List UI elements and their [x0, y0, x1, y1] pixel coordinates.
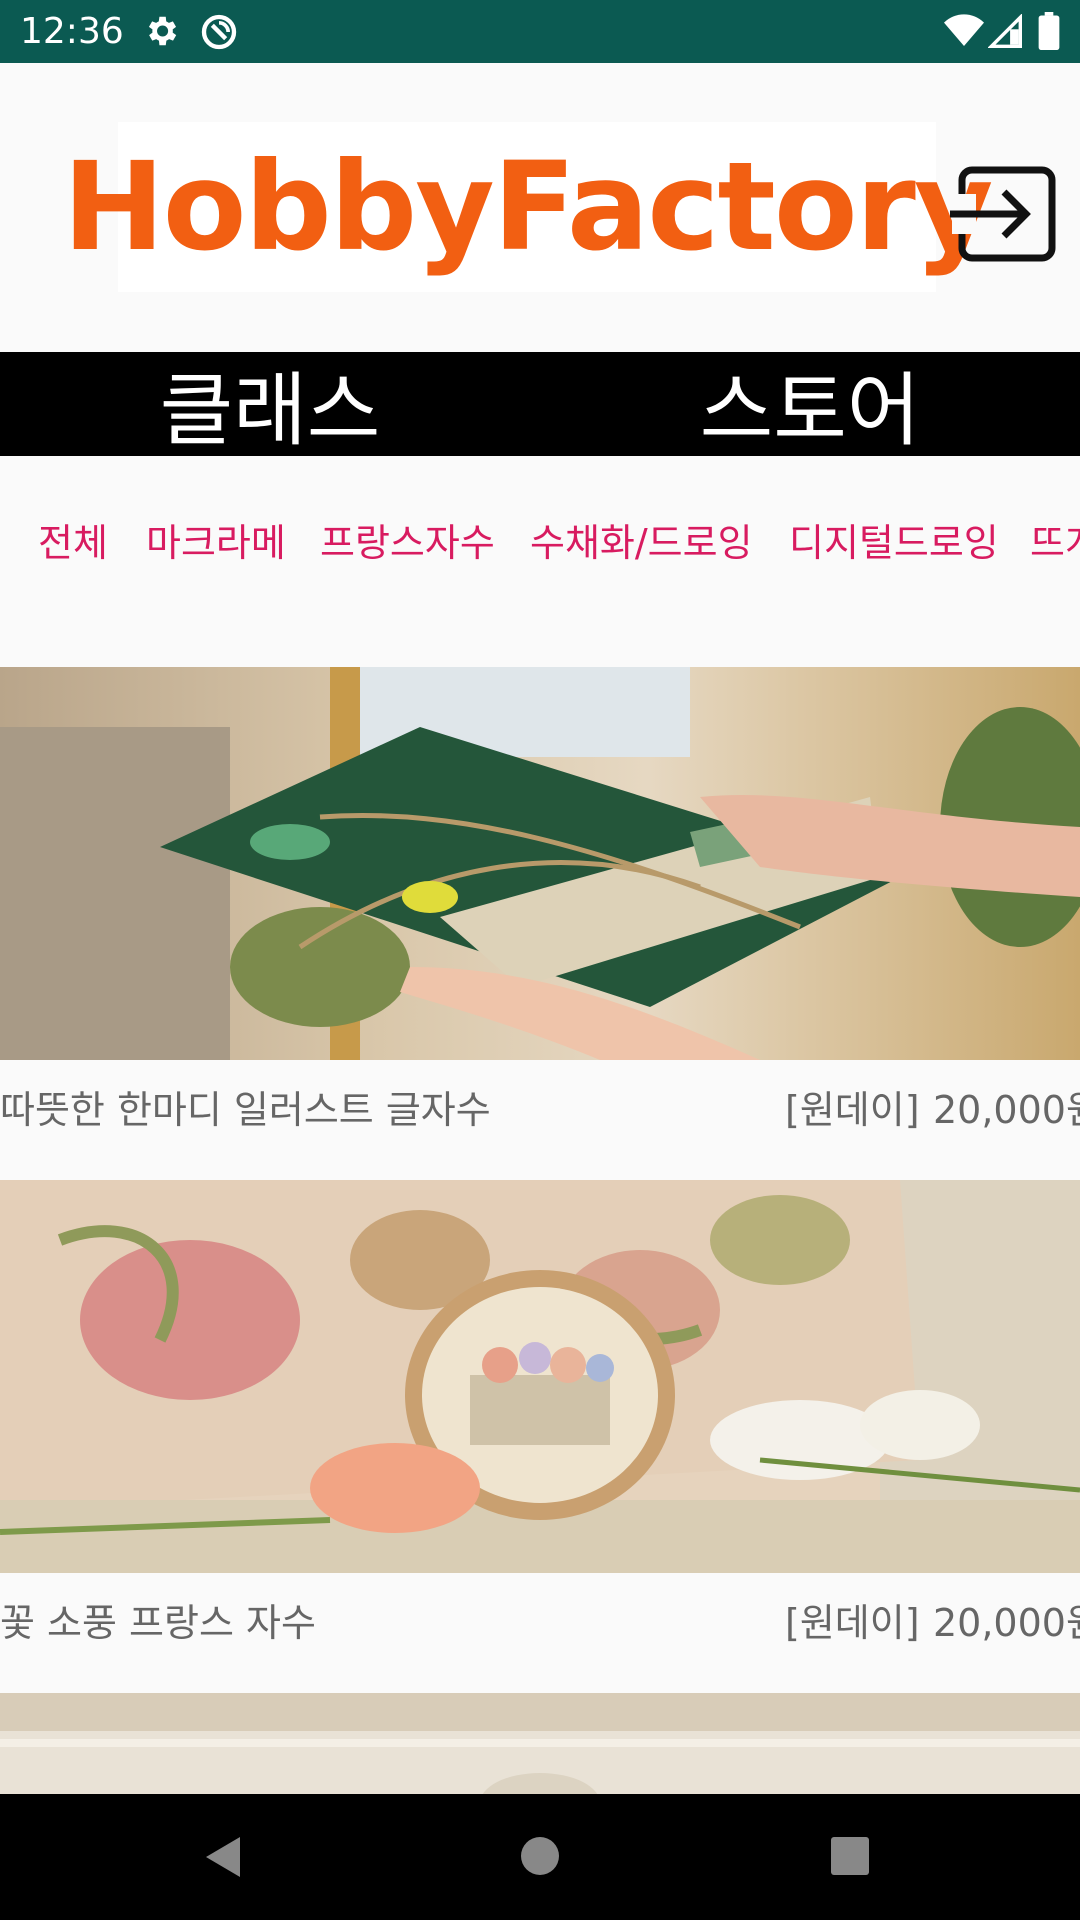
- product-price: 20,000원: [933, 1601, 1080, 1645]
- product-price: 20,000원: [933, 1088, 1080, 1132]
- product-tag: [원데이]: [785, 1601, 920, 1645]
- product-image: [0, 1180, 1080, 1573]
- navigation-bar: [0, 1794, 1080, 1920]
- app-header: HobbyFactory: [0, 63, 1080, 352]
- category-digital-drawing[interactable]: 디지털드로잉: [789, 512, 999, 567]
- tab-bar: 클래스 스토어: [0, 352, 1080, 457]
- product-image: [0, 1693, 1080, 1794]
- back-icon[interactable]: [200, 1834, 246, 1880]
- product-title: 꽃 소풍 프랑스 자수: [0, 1601, 316, 1645]
- wifi-icon: [944, 14, 984, 46]
- home-icon[interactable]: [520, 1836, 560, 1876]
- product-card[interactable]: [0, 1693, 1080, 1794]
- product-card[interactable]: 꽃 소풍 프랑스 자수 [원데이] 20,000원: [0, 1180, 1080, 1693]
- sync-icon: [201, 14, 237, 50]
- tab-store-label: 스토어: [699, 364, 921, 457]
- login-icon[interactable]: [946, 158, 1058, 270]
- category-french-embroidery[interactable]: 프랑스자수: [320, 512, 495, 567]
- logo: HobbyFactory: [63, 122, 993, 292]
- category-watercolor-drawing[interactable]: 수채화/드로잉: [530, 512, 753, 567]
- product-title: 따뜻한 한마디 일러스트 글자수: [0, 1088, 491, 1132]
- status-bar: 12:36: [0, 0, 1080, 63]
- recents-icon[interactable]: [830, 1836, 870, 1876]
- product-image: [0, 667, 1080, 1060]
- product-card[interactable]: 따뜻한 한마디 일러스트 글자수 [원데이] 20,000원: [0, 667, 1080, 1180]
- category-list: 전체 마크라메 프랑스자수 수채화/드로잉 디지털드로잉 뜨개: [0, 456, 1080, 666]
- status-time: 12:36: [20, 11, 124, 52]
- gear-icon: [148, 16, 177, 46]
- logo-text: HobbyFactory: [62, 136, 994, 278]
- signal-icon: [988, 14, 1022, 48]
- tab-store[interactable]: 스토어: [540, 352, 1080, 457]
- product-tag: [원데이]: [785, 1088, 920, 1132]
- battery-icon: [1038, 12, 1060, 50]
- tab-class-label: 클래스: [159, 364, 381, 457]
- tab-class[interactable]: 클래스: [0, 352, 540, 457]
- category-all[interactable]: 전체: [38, 512, 108, 567]
- category-macrame[interactable]: 마크라메: [146, 512, 286, 567]
- category-knitting[interactable]: 뜨개: [1030, 512, 1080, 567]
